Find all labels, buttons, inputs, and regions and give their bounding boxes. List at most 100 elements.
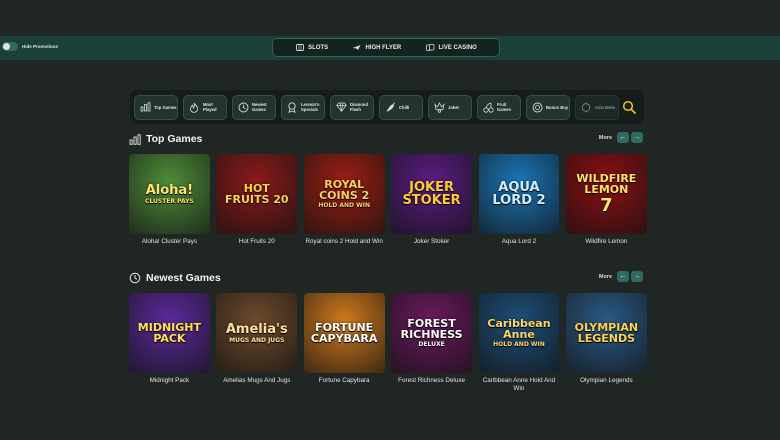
next-button[interactable]: → [631, 271, 643, 282]
mode-live-casino-label: LIVE CASINO [438, 44, 477, 51]
mode-high-flyer-label: HIGH FLYER [365, 44, 402, 51]
game-thumbnail[interactable]: WILDFIRE LEMON 7 [565, 154, 647, 234]
game-thumbnail[interactable]: Aloha! CLUSTER PAYS [129, 154, 210, 234]
game-logo-text: ROYAL COINS 2 [319, 178, 370, 202]
category-chilli[interactable]: Chilli [379, 94, 423, 120]
mode-slots[interactable]: SLOTS [295, 44, 328, 51]
game-thumbnail[interactable]: Amelia's MUGS AND JUGS [216, 293, 298, 373]
category-label: Lennon's Specials [301, 102, 320, 112]
mode-slots-label: SLOTS [308, 44, 329, 51]
bar-chart-icon [139, 101, 151, 113]
chevron-left-icon: ← [619, 134, 627, 141]
more-link[interactable]: More [599, 274, 612, 280]
previous-button[interactable]: ← [617, 132, 629, 143]
search-button[interactable] [622, 100, 636, 114]
search-icon [622, 100, 636, 118]
game-title[interactable]: Royal coins 2 Hold and Win [304, 238, 385, 246]
game-title[interactable]: Wildfire Lemon [566, 238, 647, 246]
game-title[interactable]: Aqua Lord 2 [479, 238, 560, 246]
game-card[interactable]: MIDNIGHT PACK Midnight Pack [129, 293, 210, 393]
diamond-icon [335, 101, 347, 113]
game-title[interactable]: Olympian Legends [566, 377, 647, 385]
chevron-right-icon: → [633, 134, 641, 141]
game-thumbnail[interactable]: ROYAL COINS 2 HOLD AND WIN [303, 154, 385, 234]
game-logo-text: Aloha! [145, 182, 194, 198]
game-logo-subtext: HOLD AND WIN [318, 202, 370, 209]
bar-chart-icon [129, 133, 141, 145]
game-card[interactable]: FORTUNE CAPYBARA Fortune Capybara [303, 293, 385, 393]
game-card[interactable]: HOT FRUITS 20 Hot Fruits 20 [216, 154, 298, 246]
hide-promotions-label: Hide Promotions [22, 44, 59, 49]
category-label: Joker [448, 104, 460, 110]
category-diamond-flash[interactable]: Diamond Flash [330, 94, 374, 120]
category-label: Top Games [154, 104, 177, 110]
category-lennons-specials[interactable]: Lennon's Specials [281, 94, 325, 120]
game-thumbnail[interactable]: HOT FRUITS 20 [216, 154, 298, 234]
mode-live-casino[interactable]: LIVE CASINO [425, 44, 477, 51]
category-label: Diamond Flash [350, 102, 368, 112]
clock-icon [237, 101, 249, 113]
game-card[interactable]: Caribbean Anne HOLD AND WIN Caribbean Anne… [478, 293, 560, 393]
game-logo-text: FORTUNE CAPYBARA [310, 321, 378, 345]
game-title[interactable]: Aloha! Cluster Pays [129, 238, 210, 246]
game-thumbnail[interactable]: JOKER STOKER [391, 154, 472, 234]
game-logo-text: OLYMPIAN LEGENDS [574, 321, 639, 345]
game-thumbnail[interactable]: OLYMPIAN LEGENDS [565, 293, 647, 373]
joker-icon [433, 101, 445, 113]
badge-icon [286, 101, 298, 113]
game-thumbnail[interactable]: FORTUNE CAPYBARA [303, 293, 385, 373]
category-fruit-games[interactable]: Fruit Games [477, 94, 521, 120]
top-games-grid: Aloha! CLUSTER PAYS Aloha! Cluster Pays HOT… [129, 154, 647, 246]
game-thumbnail[interactable]: Caribbean Anne HOLD AND WIN [478, 293, 560, 373]
lantern-icon [580, 101, 592, 113]
coin-icon [531, 101, 543, 113]
section-title: Top Games [146, 133, 203, 145]
game-logo-text: Amelia's [225, 321, 288, 337]
game-title[interactable]: Midnight Pack [129, 377, 210, 385]
game-card[interactable]: ROYAL COINS 2 HOLD AND WIN Royal coins 2 H… [303, 154, 385, 246]
game-logo-text: HOT FRUITS 20 [225, 182, 289, 206]
game-thumbnail[interactable]: AQUA LORD 2 [478, 154, 560, 234]
game-title[interactable]: Amelias Mugs And Jugs [216, 377, 297, 385]
game-title[interactable]: Forest Richness Deluxe [391, 377, 472, 385]
chevron-right-icon: → [633, 273, 641, 280]
game-logo-subtext: 7 [600, 195, 613, 216]
game-card[interactable]: Amelia's MUGS AND JUGS Amelias Mugs And Ju… [216, 293, 298, 393]
game-card[interactable]: JOKER STOKER Joker Stoker [391, 154, 472, 246]
category-label: Asia Belie [595, 104, 616, 110]
next-button[interactable]: → [631, 132, 643, 143]
game-card[interactable]: FOREST RICHNESS DELUXE Forest Richness Del… [391, 293, 472, 393]
game-title[interactable]: Caribbean Anne Hold And Win [479, 377, 560, 393]
game-thumbnail[interactable]: MIDNIGHT PACK [129, 293, 210, 373]
game-card[interactable]: AQUA LORD 2 Aqua Lord 2 [478, 154, 560, 246]
clock-icon [129, 272, 141, 284]
more-link[interactable]: More [599, 135, 612, 141]
game-card[interactable]: WILDFIRE LEMON 7 Wildfire Lemon [565, 154, 647, 246]
category-bar: Top Games Most Played Newest Games Lenno… [130, 90, 644, 124]
game-card[interactable]: OLYMPIAN LEGENDS Olympian Legends [565, 293, 647, 393]
category-top-games[interactable]: Top Games [134, 94, 178, 120]
category-bonus-buy[interactable]: Bonus Buy [526, 94, 570, 120]
toggle-switch[interactable] [2, 42, 18, 51]
chevron-left-icon: ← [619, 273, 627, 280]
category-joker[interactable]: Joker [428, 94, 472, 120]
game-title[interactable]: Joker Stoker [391, 238, 472, 246]
category-label: Newest Games [252, 102, 267, 112]
game-title[interactable]: Fortune Capybara [304, 377, 385, 385]
top-bar: Hide Promotions SLOTS HIGH FLYER LIVE CA… [0, 36, 780, 60]
game-logo-subtext: CLUSTER PAYS [145, 197, 194, 205]
category-label: Fruit Games [497, 102, 511, 112]
mode-high-flyer[interactable]: HIGH FLYER [352, 44, 401, 51]
previous-button[interactable]: ← [617, 271, 629, 282]
category-asia-belie[interactable]: Asia Belie [575, 94, 619, 120]
category-newest-games[interactable]: Newest Games [232, 94, 276, 120]
category-most-played[interactable]: Most Played [183, 94, 227, 120]
game-logo-text: JOKER STOKER [402, 180, 461, 208]
hide-promotions-toggle[interactable]: Hide Promotions [2, 42, 58, 51]
category-label: Most Played [203, 102, 217, 112]
game-thumbnail[interactable]: FOREST RICHNESS DELUXE [391, 293, 472, 373]
top-games-header: Top Games More ← → [129, 131, 644, 147]
game-card[interactable]: Aloha! CLUSTER PAYS Aloha! Cluster Pays [129, 154, 210, 246]
newest-games-header: Newest Games More ← → [129, 270, 644, 286]
game-title[interactable]: Hot Fruits 20 [216, 238, 297, 246]
